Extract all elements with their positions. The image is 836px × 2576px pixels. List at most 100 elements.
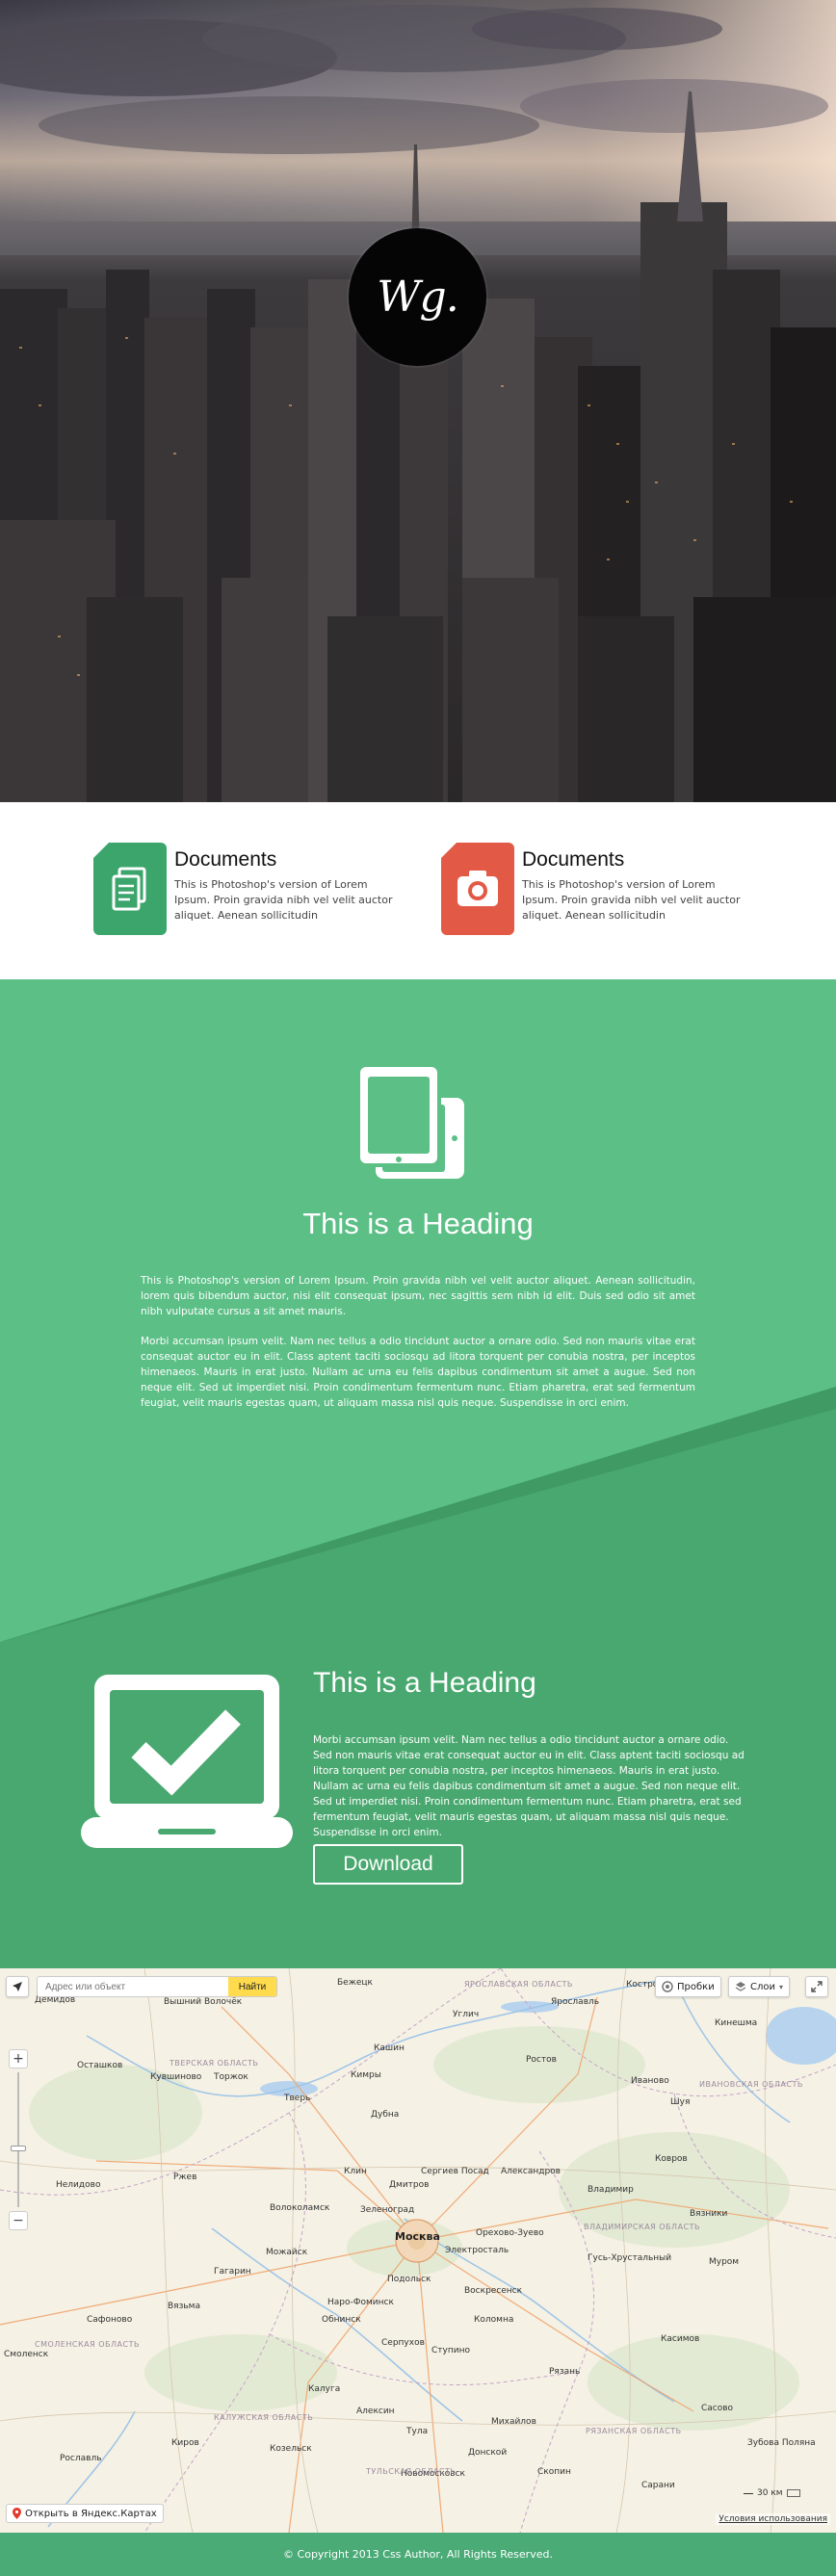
map-city-label: Вязьма xyxy=(168,2302,200,2311)
feature-icon-tile xyxy=(441,843,514,935)
feature-camera: Documents This is Photoshop's version of… xyxy=(441,843,769,939)
footer: © Copyright 2013 Css Author, All Rights … xyxy=(0,2533,836,2576)
map-city-label: Калуга xyxy=(308,2384,341,2394)
download-button[interactable]: Download xyxy=(313,1844,463,1885)
map-city-label: Киров xyxy=(171,2438,199,2448)
map-city-label: Дубна xyxy=(371,2110,400,2120)
map-city-label: Подольск xyxy=(387,2275,431,2284)
map-region-label: РЯЗАНСКАЯ ОБЛАСТЬ xyxy=(586,2427,682,2435)
map-city-label: Иваново xyxy=(631,2076,669,2086)
map-region-label: ЯРОСЛАВСКАЯ ОБЛАСТЬ xyxy=(464,1980,573,1989)
zoom-control: + − xyxy=(9,2049,28,2242)
map-city-label: Торжок xyxy=(214,2072,248,2082)
map-city-label: Вышний Волочёк xyxy=(164,1997,243,2007)
hero-banner: Wg. xyxy=(0,0,836,802)
terms-of-use-link[interactable]: Условия использования xyxy=(716,2513,830,2525)
map-city-label: Смоленск xyxy=(4,2350,49,2359)
layers-icon xyxy=(735,1982,746,1991)
map-search-button[interactable]: Найти xyxy=(228,1977,276,1996)
features-row: Documents This is Photoshop's version of… xyxy=(0,802,836,979)
map-city-label: Клин xyxy=(344,2167,367,2176)
logo[interactable]: Wg. xyxy=(349,228,486,366)
map-city-label: Гусь-Хрустальный xyxy=(588,2253,672,2263)
map-city-label: Сарани xyxy=(641,2481,675,2490)
open-in-yandex-link[interactable]: Открыть в Яндекс.Картах xyxy=(6,2504,164,2523)
camera-icon xyxy=(457,871,498,906)
feature-text: This is Photoshop's version of Lorem Ips… xyxy=(522,878,741,922)
open-in-yandex-label: Открыть в Яндекс.Картах xyxy=(25,2508,157,2519)
map-region-label: СМОЛЕНСКАЯ ОБЛАСТЬ xyxy=(35,2340,140,2349)
city-skyline-image xyxy=(0,0,836,802)
map-city-label: Рязань xyxy=(549,2367,581,2377)
map-search-bar: Найти xyxy=(37,1976,277,1997)
laptop-check-icon xyxy=(81,1675,293,1848)
map-city-label: Наро-Фоминск xyxy=(327,2298,394,2307)
map-region-label: ТУЛЬСКАЯ ОБЛАСТЬ xyxy=(366,2467,457,2476)
map-city-label: Скопин xyxy=(537,2467,571,2477)
map-widget[interactable]: Москва Тверь Ярославль Владимир Иваново … xyxy=(0,1968,836,2533)
map-tiles[interactable] xyxy=(0,1968,836,2533)
map-city-label: Козельск xyxy=(270,2444,312,2454)
feature-title: Documents xyxy=(174,848,277,871)
map-city-label: Сасово xyxy=(701,2404,734,2413)
map-city-label: Касимов xyxy=(661,2334,700,2344)
fullscreen-button[interactable] xyxy=(805,1976,828,1997)
map-city-label: Ступино xyxy=(431,2346,470,2355)
map-city-label: Тула xyxy=(406,2427,429,2436)
feature-title: Documents xyxy=(522,848,625,871)
map-city-label: Зеленоград xyxy=(360,2205,415,2215)
map-city-label: Орехово-Зуево xyxy=(476,2228,544,2238)
ruler-icon[interactable] xyxy=(786,2489,800,2497)
map-city-label: Осташков xyxy=(77,2061,123,2070)
map-city-label: Рославль xyxy=(60,2454,102,2463)
map-city-label: Донской xyxy=(468,2448,508,2458)
map-city-label: Сергиев Посад xyxy=(421,2167,489,2176)
zoom-slider-handle[interactable] xyxy=(11,2146,26,2151)
map-city-label: Бежецк xyxy=(337,1978,373,1988)
zoom-slider-track[interactable] xyxy=(17,2072,19,2207)
feature-icon-tile xyxy=(93,843,167,935)
map-city-label: Углич xyxy=(453,2010,480,2019)
feature-text: This is Photoshop's version of Lorem Ips… xyxy=(174,878,393,922)
map-city-label: Дмитров xyxy=(389,2180,430,2190)
location-arrow-icon xyxy=(13,1982,22,1991)
section-heading: This is a Heading xyxy=(302,1207,534,1240)
chevron-down-icon: ▾ xyxy=(779,1982,784,1991)
green-content-section: This is a Heading This is Photoshop's ve… xyxy=(0,979,836,1968)
map-city-label: Волоколамск xyxy=(270,2203,330,2213)
map-city-label: Электросталь xyxy=(445,2246,509,2255)
logo-text: Wg. xyxy=(377,273,458,322)
section-heading: This is a Heading xyxy=(313,1667,536,1699)
zoom-out-button[interactable]: − xyxy=(9,2211,28,2230)
map-region-label: ТВЕРСКАЯ ОБЛАСТЬ xyxy=(170,2059,259,2068)
map-city-label: Зубова Поляна xyxy=(747,2438,816,2448)
map-city-label: Воскресенск xyxy=(464,2286,523,2296)
map-region-label: ВЛАДИМИРСКАЯ ОБЛАСТЬ xyxy=(584,2223,700,2231)
map-pin-icon xyxy=(13,2508,21,2519)
geolocation-button[interactable] xyxy=(6,1976,29,1997)
map-city-label: Сафоново xyxy=(87,2315,133,2325)
map-city-label: Ярославль xyxy=(551,1997,600,2007)
map-city-label: Вязники xyxy=(690,2209,728,2219)
map-region-label: КАЛУЖСКАЯ ОБЛАСТЬ xyxy=(214,2413,314,2422)
map-city-label: Кинешма xyxy=(715,2018,758,2028)
zoom-in-button[interactable]: + xyxy=(9,2049,28,2069)
map-search-input[interactable] xyxy=(38,1977,228,1996)
map-city-label: Кашин xyxy=(374,2043,405,2053)
feature-documents: Documents This is Photoshop's version of… xyxy=(93,843,421,939)
section-paragraph: This is Photoshop's version of Lorem Ips… xyxy=(141,1275,695,1317)
traffic-light-icon xyxy=(662,1981,673,1992)
traffic-button[interactable]: Пробки xyxy=(655,1976,721,1997)
map-city-label: Кувшиново xyxy=(150,2072,202,2082)
map-region-label: ИВАНОВСКАЯ ОБЛАСТЬ xyxy=(699,2080,803,2089)
map-city-label: Обнинск xyxy=(322,2315,361,2325)
layers-label: Слои xyxy=(750,1981,775,1992)
map-city-label: Владимир xyxy=(588,2185,634,2195)
map-city-label: Нелидово xyxy=(56,2180,101,2190)
map-city-label: Муром xyxy=(709,2257,740,2267)
map-city-label: Можайск xyxy=(266,2248,308,2257)
scale-label: 30 км xyxy=(757,2488,783,2498)
scale-bar xyxy=(744,2492,753,2494)
layers-button[interactable]: Слои ▾ xyxy=(728,1976,791,1997)
map-city-label: Михайлов xyxy=(491,2417,536,2427)
